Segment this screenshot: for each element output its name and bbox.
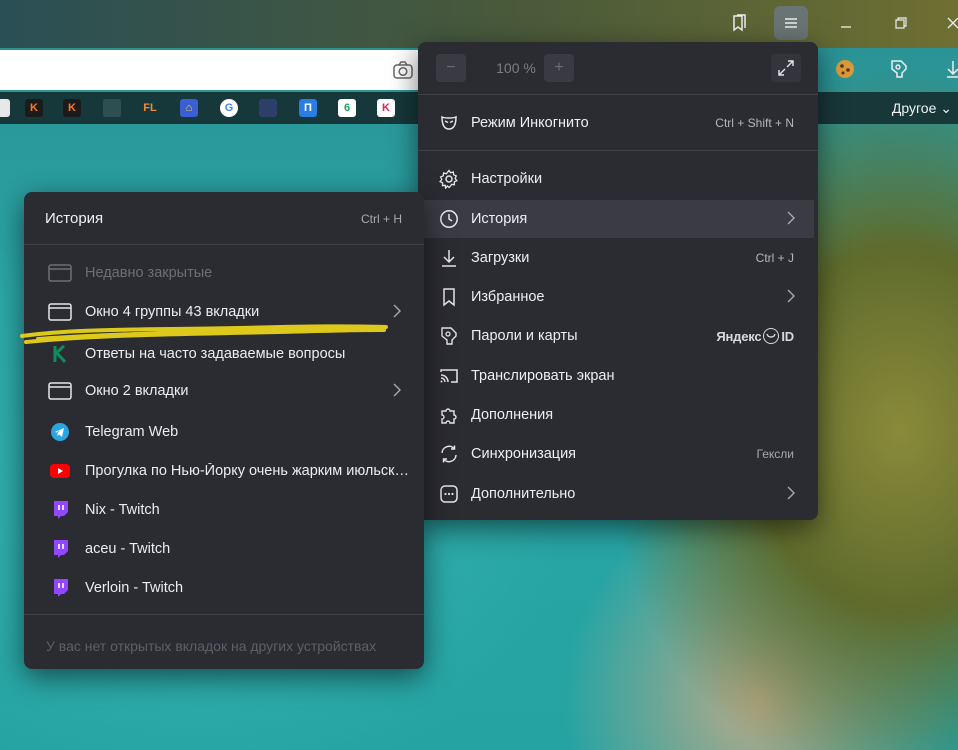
other-devices-note: У вас нет открытых вкладок на других уст… xyxy=(46,638,377,654)
gear-icon xyxy=(438,168,460,190)
bookmark-k[interactable]: K xyxy=(377,99,395,117)
menu-item-label: История xyxy=(471,211,528,227)
bookmark-icon xyxy=(438,286,460,308)
history-item-twitch[interactable]: Verloin - Twitch xyxy=(24,569,424,607)
minimize-button[interactable] xyxy=(829,6,863,40)
bookmark-6[interactable]: 6 xyxy=(338,99,356,117)
bookmark-google[interactable]: G xyxy=(220,99,238,117)
window-icon xyxy=(48,302,72,322)
history-item-window[interactable]: Окно 4 группы 43 вкладки xyxy=(24,293,424,331)
chevron-right-icon xyxy=(786,486,796,504)
menu-divider xyxy=(24,614,424,615)
twitch-icon xyxy=(48,500,72,520)
fullscreen-button[interactable] xyxy=(771,54,801,82)
chevron-right-icon xyxy=(392,304,402,322)
history-title[interactable]: История xyxy=(45,210,103,227)
zoom-out-button[interactable]: − xyxy=(436,54,466,82)
puzzle-icon xyxy=(438,404,460,426)
history-item-window[interactable]: Окно 2 вкладки xyxy=(24,372,424,410)
cookie-extension-icon[interactable] xyxy=(832,56,858,82)
menu-item-favorites[interactable]: Избранное xyxy=(424,278,814,316)
chevron-down-icon: ⌄ xyxy=(940,100,952,116)
more-dots-icon xyxy=(438,483,460,505)
zoom-in-button[interactable]: + xyxy=(544,54,574,82)
menu-item-history[interactable]: История xyxy=(424,200,814,238)
title-bar xyxy=(0,0,958,48)
window-icon xyxy=(48,263,72,283)
bookmarks-other[interactable]: Другое ⌄ xyxy=(892,100,952,117)
main-menu: − 100 % + Режим Инкогнито Ctrl + Shift +… xyxy=(418,42,818,520)
menu-item-label: Дополнения xyxy=(471,407,554,423)
history-item-telegram[interactable]: Telegram Web xyxy=(24,413,424,451)
history-item-twitch[interactable]: aceu - Twitch xyxy=(24,530,424,568)
menu-item-label: Режим Инкогнито xyxy=(471,115,589,131)
menu-item-sync[interactable]: Синхронизация Гексли xyxy=(424,435,814,473)
bookmark-favicon[interactable] xyxy=(0,99,10,117)
menu-item-incognito[interactable]: Режим Инкогнито Ctrl + Shift + N xyxy=(424,104,814,142)
menu-item-more[interactable]: Дополнительно xyxy=(424,475,814,513)
menu-item-label: Дополнительно xyxy=(471,486,576,502)
menu-item-extensions[interactable]: Дополнения xyxy=(424,396,814,434)
menu-item-label: Настройки xyxy=(471,171,543,187)
history-submenu: История Ctrl + H Недавно закрытые Окно 4… xyxy=(24,192,424,669)
smile-icon xyxy=(763,328,780,344)
incognito-shortcut: Ctrl + Shift + N xyxy=(715,116,794,130)
close-window-button[interactable] xyxy=(936,6,958,40)
bookmark-kinopoisk-1[interactable]: K xyxy=(25,99,43,117)
menu-divider xyxy=(418,150,818,151)
zoom-controls: − 100 % + xyxy=(436,54,801,86)
sync-account-name: Гексли xyxy=(756,447,794,461)
menu-item-settings[interactable]: Настройки xyxy=(424,160,814,198)
chevron-right-icon xyxy=(786,211,796,229)
bookmark-kinopoisk-2[interactable]: K xyxy=(63,99,81,117)
menu-item-label: Синхронизация xyxy=(471,446,577,462)
menu-divider xyxy=(418,94,818,95)
cast-icon xyxy=(438,365,460,387)
main-menu-button[interactable] xyxy=(774,6,808,40)
incognito-mask-icon xyxy=(438,112,460,134)
camera-search-icon[interactable] xyxy=(392,59,414,81)
menu-divider xyxy=(24,244,424,245)
site-k-icon xyxy=(48,344,72,364)
youtube-icon xyxy=(48,461,72,481)
window-icon xyxy=(48,381,72,401)
history-recently-closed: Недавно закрытые xyxy=(24,254,424,292)
key-icon xyxy=(438,325,460,347)
downloads-shortcut: Ctrl + J xyxy=(755,251,794,265)
bookmark-generic[interactable] xyxy=(103,99,121,117)
menu-item-label: Пароли и карты xyxy=(471,328,578,344)
restore-button[interactable] xyxy=(884,6,918,40)
bookmark-p[interactable]: П xyxy=(299,99,317,117)
menu-item-passwords[interactable]: Пароли и карты Яндекс ID xyxy=(424,317,814,355)
address-bar[interactable] xyxy=(0,50,420,90)
bookmark-home-icon[interactable]: ⌂ xyxy=(180,99,198,117)
telegram-icon xyxy=(48,422,72,442)
chevron-right-icon xyxy=(786,289,796,307)
history-item-twitch[interactable]: Nix - Twitch xyxy=(24,491,424,529)
menu-item-downloads[interactable]: Загрузки Ctrl + J xyxy=(424,239,814,277)
tab-bookmarks-icon[interactable] xyxy=(722,6,756,40)
bookmark-generic-2[interactable] xyxy=(259,99,277,117)
menu-item-label: Избранное xyxy=(471,289,545,305)
clock-icon xyxy=(438,208,460,230)
sync-icon xyxy=(438,443,460,465)
twitch-icon xyxy=(48,539,72,559)
menu-item-cast[interactable]: Транслировать экран xyxy=(424,357,814,395)
history-shortcut: Ctrl + H xyxy=(360,212,402,226)
passwords-key-icon[interactable] xyxy=(886,56,912,82)
fullscreen-icon xyxy=(778,60,794,76)
bookmark-fl[interactable]: FL xyxy=(141,99,159,117)
twitch-icon xyxy=(48,578,72,598)
menu-item-label: Загрузки xyxy=(471,250,530,266)
download-arrow-icon xyxy=(438,247,460,269)
yandex-id-badge[interactable]: Яндекс ID xyxy=(716,328,794,344)
downloads-icon[interactable] xyxy=(940,56,958,82)
menu-item-label: Транслировать экран xyxy=(471,368,615,384)
history-item-youtube[interactable]: Прогулка по Нью-Йорку очень жарким июльс… xyxy=(24,452,424,490)
history-item-faq[interactable]: Ответы на часто задаваемые вопросы xyxy=(24,335,424,373)
chevron-right-icon xyxy=(392,383,402,401)
